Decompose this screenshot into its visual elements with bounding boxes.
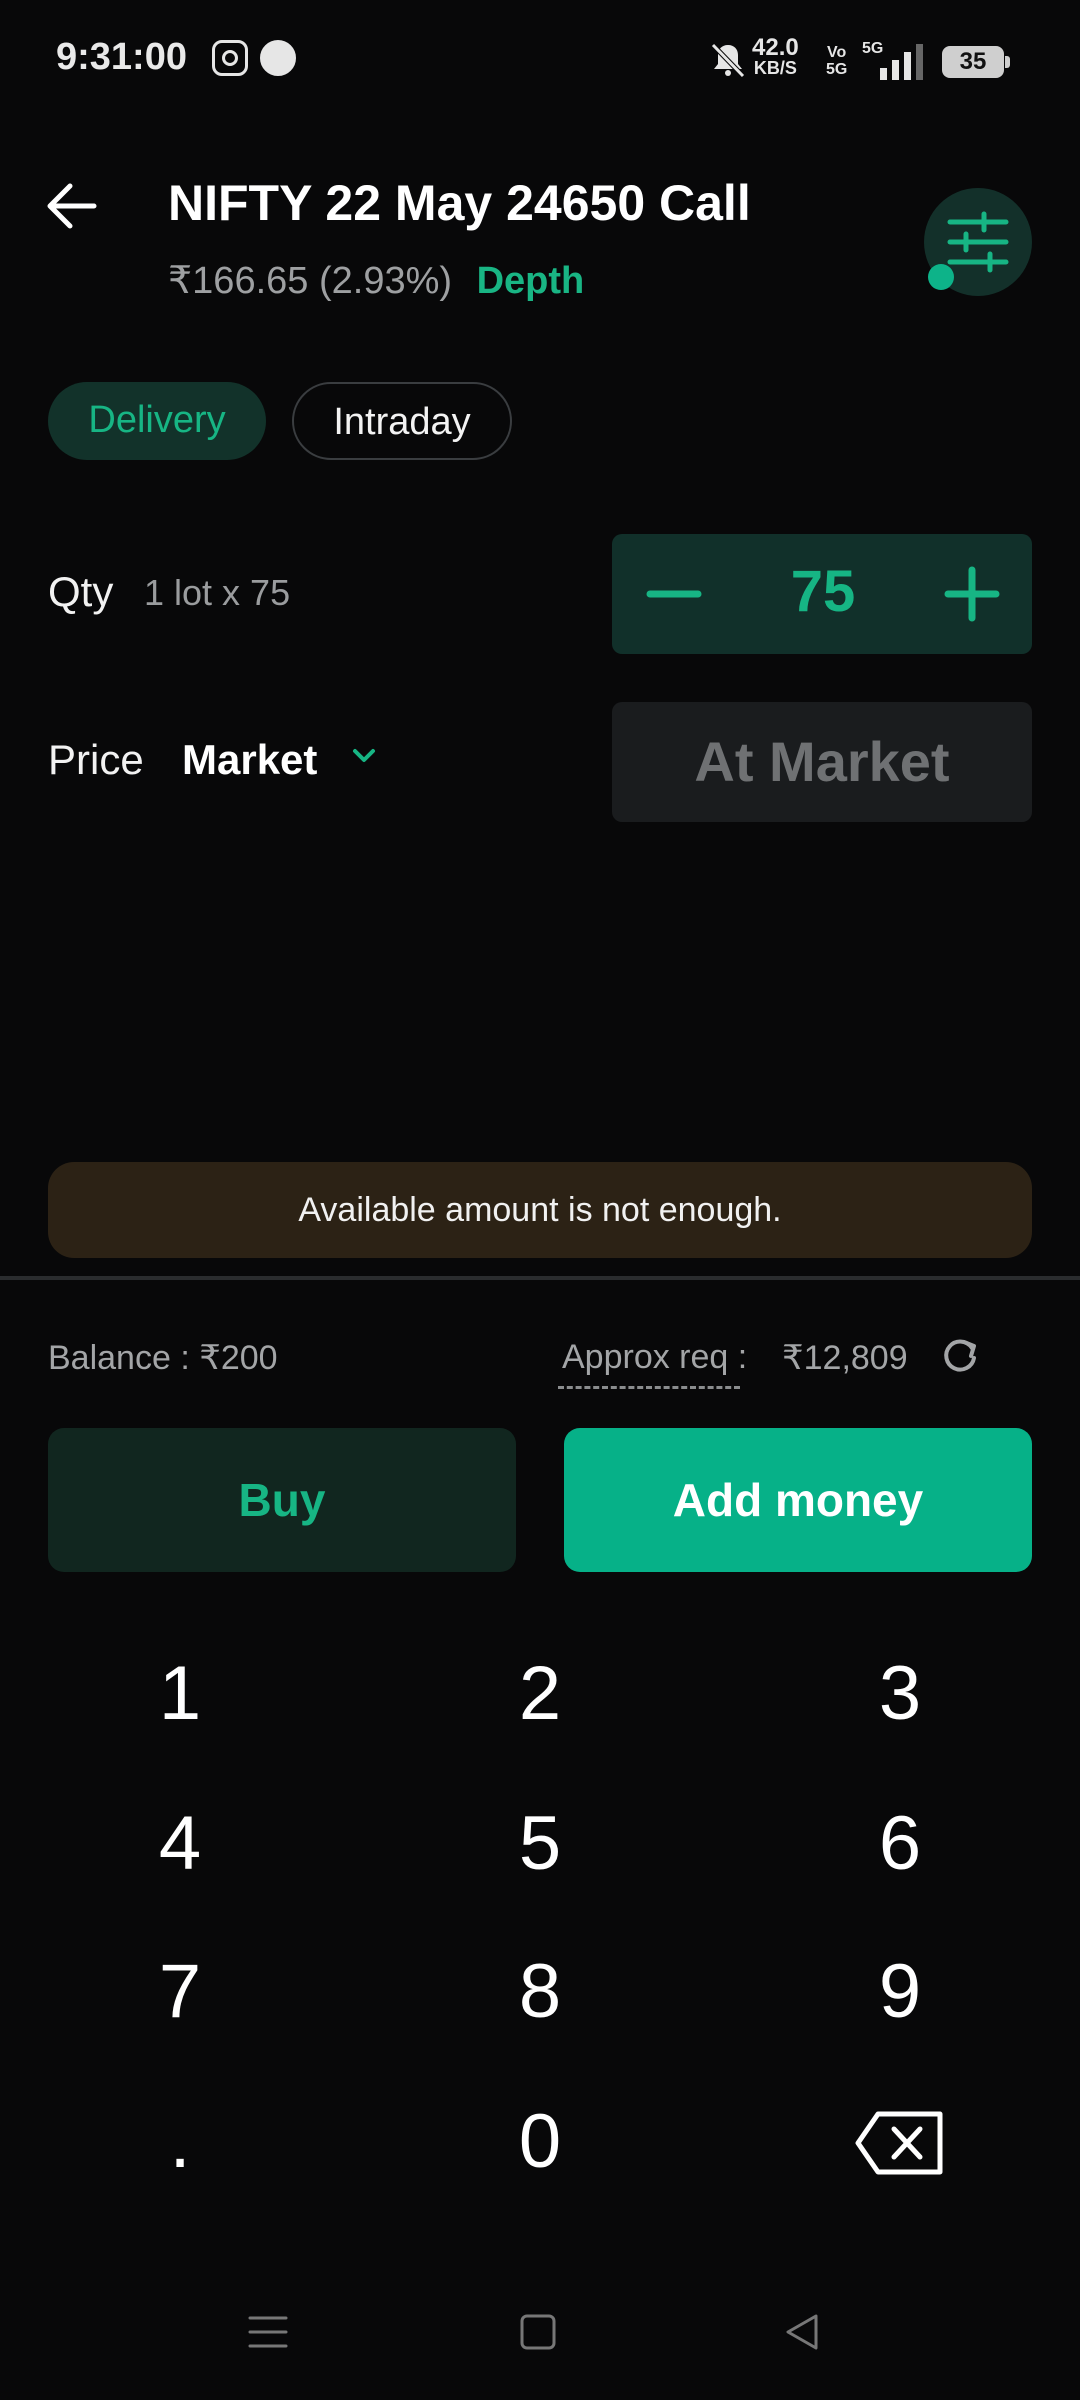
key-5[interactable]: 5: [450, 1784, 630, 1904]
plus-icon[interactable]: [944, 566, 1000, 622]
network-speed: 42.0 KB/S: [752, 34, 799, 79]
key-2[interactable]: 2: [450, 1634, 630, 1754]
add-money-button[interactable]: Add money: [564, 1428, 1032, 1572]
mute-bell-icon: [711, 43, 745, 78]
key-8[interactable]: 8: [450, 1932, 630, 2052]
backspace-icon[interactable]: [854, 2110, 946, 2176]
back-nav-icon[interactable]: [780, 2310, 824, 2354]
depth-link[interactable]: Depth: [477, 260, 585, 302]
refresh-icon[interactable]: [938, 1334, 982, 1378]
network-speed-unit: KB/S: [753, 58, 797, 78]
lot-size-text: 1 lot x 75: [144, 572, 291, 613]
price-type-dropdown[interactable]: Market: [182, 736, 317, 784]
key-0[interactable]: 0: [450, 2082, 630, 2202]
approx-req-underline: [558, 1386, 740, 1389]
recent-apps-icon[interactable]: [246, 2310, 290, 2354]
home-icon[interactable]: [516, 2310, 560, 2354]
price-label: Price: [48, 736, 144, 783]
approx-req-value: ₹12,809: [782, 1339, 908, 1377]
network-speed-value: 42.0: [752, 34, 799, 61]
buy-button[interactable]: Buy: [48, 1428, 516, 1572]
intraday-chip[interactable]: Intraday: [292, 382, 512, 460]
page-title: NIFTY 22 May 24650 Call: [168, 175, 751, 231]
key-9[interactable]: 9: [810, 1932, 990, 2052]
minus-icon[interactable]: [646, 566, 702, 622]
key-3[interactable]: 3: [810, 1634, 990, 1754]
key-decimal[interactable]: .: [90, 2082, 270, 2202]
balance-text: Balance : ₹200: [48, 1339, 278, 1377]
vo-label: Vo: [827, 44, 847, 61]
battery-indicator: 35: [942, 46, 1010, 78]
key-1[interactable]: 1: [90, 1634, 270, 1754]
insufficient-funds-banner: Available amount is not enough.: [48, 1162, 1032, 1258]
back-arrow-icon[interactable]: [44, 178, 100, 234]
key-4[interactable]: 4: [90, 1784, 270, 1904]
price-input: At Market: [612, 702, 1032, 822]
ltp-value: ₹166.65: [168, 260, 309, 302]
quantity-input[interactable]: 75: [712, 558, 934, 625]
chevron-down-icon[interactable]: [350, 742, 378, 770]
ltp-change: (2.93%): [318, 260, 453, 302]
approx-req-label[interactable]: Approx req :: [562, 1338, 747, 1377]
instagram-notification-icon: [212, 40, 248, 76]
status-time: 9:31:00: [56, 36, 187, 78]
volte-indicator: Vo 5G: [826, 44, 847, 78]
key-6[interactable]: 6: [810, 1784, 990, 1904]
chat-notification-icon: [260, 40, 296, 76]
divider: [0, 1276, 1080, 1280]
key-7[interactable]: 7: [90, 1932, 270, 2052]
qty-label: Qty: [48, 568, 114, 615]
vo-5g-label: 5G: [826, 61, 848, 78]
signal-icon: [880, 44, 926, 80]
price-line: ₹166.65 (2.93%) Depth: [168, 258, 584, 303]
settings-indicator-dot: [928, 264, 954, 290]
delivery-chip[interactable]: Delivery: [48, 382, 266, 460]
